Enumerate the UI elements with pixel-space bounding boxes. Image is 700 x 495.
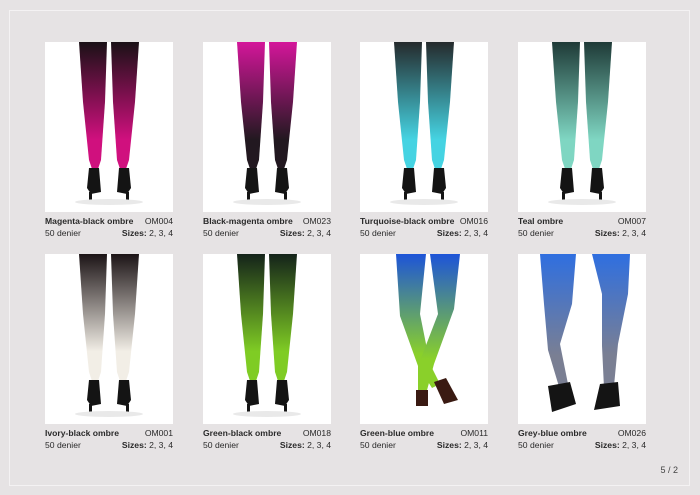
product-denier: 50 denier: [360, 228, 396, 238]
product-photo: [518, 254, 646, 424]
sizes-value: 2, 3, 4: [464, 228, 488, 238]
product-code: OM023: [302, 216, 331, 226]
product-denier: 50 denier: [45, 440, 81, 450]
product-denier: 50 denier: [360, 440, 396, 450]
product-info: Magenta-black ombre OM004 50 denier Size…: [45, 215, 173, 239]
sizes-label: Sizes:: [594, 228, 620, 238]
sizes-value: 2, 3, 4: [464, 440, 488, 450]
product-info: Ivory-black ombre OM001 50 denier Sizes:…: [45, 427, 173, 451]
product-sizes: Sizes: 2, 3, 4: [122, 439, 173, 451]
product-card[interactable]: Turquoise-black ombre OM016 50 denier Si…: [360, 42, 488, 239]
product-sizes: Sizes: 2, 3, 4: [122, 227, 173, 239]
product-photo: [45, 42, 173, 212]
sizes-value: 2, 3, 4: [307, 440, 331, 450]
sizes-label: Sizes:: [121, 440, 147, 450]
product-photo: [518, 42, 646, 212]
sizes-value: 2, 3, 4: [149, 440, 173, 450]
product-photo: [203, 254, 331, 424]
product-photo: [360, 42, 488, 212]
product-name: Magenta-black ombre: [45, 216, 134, 226]
product-denier: 50 denier: [45, 228, 81, 238]
product-denier: 50 denier: [203, 228, 239, 238]
product-card[interactable]: Magenta-black ombre OM004 50 denier Size…: [45, 42, 173, 239]
product-code: OM018: [302, 428, 331, 438]
product-info: Grey-blue ombre OM026 50 denier Sizes: 2…: [518, 427, 646, 451]
sizes-label: Sizes:: [594, 440, 620, 450]
product-name: Green-blue ombre: [360, 428, 435, 438]
product-name: Turquoise-black ombre: [360, 216, 455, 226]
sizes-value: 2, 3, 4: [622, 440, 646, 450]
product-name: Ivory-black ombre: [45, 428, 120, 438]
product-code: OM004: [144, 216, 173, 226]
sizes-label: Sizes:: [436, 440, 462, 450]
product-card[interactable]: Green-blue ombre OM011 50 denier Sizes: …: [360, 254, 488, 451]
sizes-label: Sizes:: [279, 228, 305, 238]
product-code: OM007: [617, 216, 646, 226]
product-code: OM016: [459, 216, 488, 226]
product-sizes: Sizes: 2, 3, 4: [437, 227, 488, 239]
product-code: OM011: [460, 428, 488, 438]
product-denier: 50 denier: [518, 440, 554, 450]
product-denier: 50 denier: [518, 228, 554, 238]
product-sizes: Sizes: 2, 3, 4: [280, 227, 331, 239]
product-sizes: Sizes: 2, 3, 4: [437, 439, 488, 451]
product-sizes: Sizes: 2, 3, 4: [595, 227, 646, 239]
product-code: OM001: [144, 428, 173, 438]
product-name: Grey-blue ombre: [518, 428, 587, 438]
product-name: Black-magenta ombre: [203, 216, 293, 226]
product-info: Teal ombre OM007 50 denier Sizes: 2, 3, …: [518, 215, 646, 239]
product-photo: [45, 254, 173, 424]
product-card[interactable]: Grey-blue ombre OM026 50 denier Sizes: 2…: [518, 254, 646, 451]
product-name: Green-black ombre: [203, 428, 282, 438]
product-info: Green-black ombre OM018 50 denier Sizes:…: [203, 427, 331, 451]
product-sizes: Sizes: 2, 3, 4: [595, 439, 646, 451]
page-number: 5 / 2: [660, 465, 678, 475]
product-card[interactable]: Ivory-black ombre OM001 50 denier Sizes:…: [45, 254, 173, 451]
product-code: OM026: [617, 428, 646, 438]
sizes-value: 2, 3, 4: [307, 228, 331, 238]
product-info: Black-magenta ombre OM023 50 denier Size…: [203, 215, 331, 239]
sizes-label: Sizes:: [279, 440, 305, 450]
sizes-label: Sizes:: [436, 228, 462, 238]
product-card[interactable]: Green-black ombre OM018 50 denier Sizes:…: [203, 254, 331, 451]
product-info: Turquoise-black ombre OM016 50 denier Si…: [360, 215, 488, 239]
product-info: Green-blue ombre OM011 50 denier Sizes: …: [360, 427, 488, 451]
product-sizes: Sizes: 2, 3, 4: [280, 439, 331, 451]
sizes-value: 2, 3, 4: [149, 228, 173, 238]
product-card[interactable]: Teal ombre OM007 50 denier Sizes: 2, 3, …: [518, 42, 646, 239]
product-card[interactable]: Black-magenta ombre OM023 50 denier Size…: [203, 42, 331, 239]
sizes-value: 2, 3, 4: [622, 228, 646, 238]
product-photo: [203, 42, 331, 212]
product-photo: [360, 254, 488, 424]
product-denier: 50 denier: [203, 440, 239, 450]
sizes-label: Sizes:: [121, 228, 147, 238]
product-name: Teal ombre: [518, 216, 564, 226]
